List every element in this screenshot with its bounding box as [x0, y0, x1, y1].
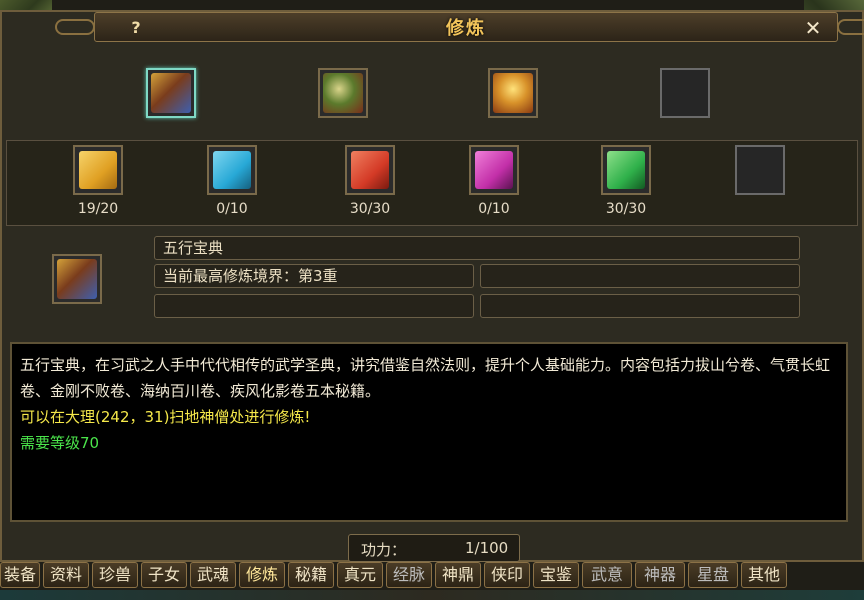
tab-pets[interactable]: 珍兽: [92, 562, 138, 588]
cyan-book-count: 0/10: [216, 201, 248, 217]
slot-selected-book[interactable]: [52, 254, 102, 304]
slot-scroll-bundle[interactable]: [318, 68, 368, 118]
tab-martial-soul[interactable]: 武魂: [190, 562, 236, 588]
golden-book-icon: [57, 259, 97, 299]
slot-yellow-book[interactable]: [73, 145, 123, 195]
level-requirement: 需要等级70: [20, 434, 100, 452]
title-bar[interactable]: ? 修炼 ✕: [55, 12, 864, 42]
close-button[interactable]: ✕: [801, 16, 825, 40]
tab-treasure-mirror[interactable]: 宝鉴: [533, 562, 579, 588]
green-book-count: 30/30: [605, 201, 647, 217]
tab-divine-cauldron[interactable]: 神鼎: [435, 562, 481, 588]
green-book-icon: [607, 151, 645, 189]
right-ornament: [837, 19, 864, 35]
book-name-field: 五行宝典: [154, 236, 800, 260]
power-bar: 功力： 1/100: [348, 534, 520, 562]
description-text: 五行宝典，在习武之人手中代代相传的武学圣典，讲究借鉴自然法则，提升个人基础能力。…: [20, 356, 831, 400]
golden-book-icon: [151, 73, 191, 113]
location-hint: 可以在大理(242，31)扫地神僧处进行修炼!: [20, 408, 311, 426]
yellow-book-icon: [79, 151, 117, 189]
slot-red-book[interactable]: [345, 145, 395, 195]
slot-purple-book[interactable]: [469, 145, 519, 195]
tab-equipment[interactable]: 装备: [0, 562, 40, 588]
purple-book-icon: [475, 151, 513, 189]
info-field-empty-2: [154, 294, 474, 318]
tab-other[interactable]: 其他: [741, 562, 787, 588]
info-field-empty-3: [480, 294, 800, 318]
red-book-count: 30/30: [349, 201, 391, 217]
slot-cyan-book[interactable]: [207, 145, 257, 195]
top-slot-row: [6, 48, 858, 136]
left-ornament: [55, 19, 95, 35]
slot-green-book[interactable]: [601, 145, 651, 195]
slot-treasure-chest[interactable]: [488, 68, 538, 118]
slot-golden-book[interactable]: [146, 68, 196, 118]
tab-cultivation[interactable]: 修炼: [239, 562, 285, 588]
highest-level-field: 当前最高修炼境界：第3重: [154, 264, 474, 288]
tab-true-essence[interactable]: 真元: [337, 562, 383, 588]
tab-profile[interactable]: 资料: [43, 562, 89, 588]
cultivation-window: ? 修炼 ✕ 19/20 0/10 30/30 0/10 30/30 五行宝典 …: [0, 10, 864, 562]
tab-bar: 装备 资料 珍兽 子女 武魂 修炼 秘籍 真元 经脉 神鼎 侠印 宝鉴 武意 神…: [0, 562, 864, 590]
info-field-empty-1: [480, 264, 800, 288]
power-label: 功力：: [361, 541, 407, 559]
treasure-chest-icon: [493, 73, 533, 113]
purple-book-count: 0/10: [478, 201, 510, 217]
tab-martial-intent[interactable]: 武意: [582, 562, 632, 588]
scroll-bundle-icon: [323, 73, 363, 113]
detail-panel: 五行宝典 当前最高修炼境界：第3重: [6, 230, 858, 334]
slot-empty-book[interactable]: [735, 145, 785, 195]
tab-hero-seal[interactable]: 侠印: [484, 562, 530, 588]
description-box: 五行宝典，在习武之人手中代代相传的武学圣典，讲究借鉴自然法则，提升个人基础能力。…: [10, 342, 848, 522]
tab-children[interactable]: 子女: [141, 562, 187, 588]
tab-artifacts[interactable]: 神器: [635, 562, 685, 588]
tab-secret-books[interactable]: 秘籍: [288, 562, 334, 588]
yellow-book-count: 19/20: [77, 201, 119, 217]
tab-meridians[interactable]: 经脉: [386, 562, 432, 588]
book-slot-panel: 19/20 0/10 30/30 0/10 30/30: [6, 140, 858, 226]
help-button[interactable]: ?: [125, 17, 147, 39]
cyan-book-icon: [213, 151, 251, 189]
tab-star-chart[interactable]: 星盘: [688, 562, 738, 588]
slot-empty-top[interactable]: [660, 68, 710, 118]
window-title: 修炼: [446, 18, 486, 39]
power-value: 1/100: [465, 539, 509, 557]
red-book-icon: [351, 151, 389, 189]
footer-strip: [0, 590, 864, 600]
